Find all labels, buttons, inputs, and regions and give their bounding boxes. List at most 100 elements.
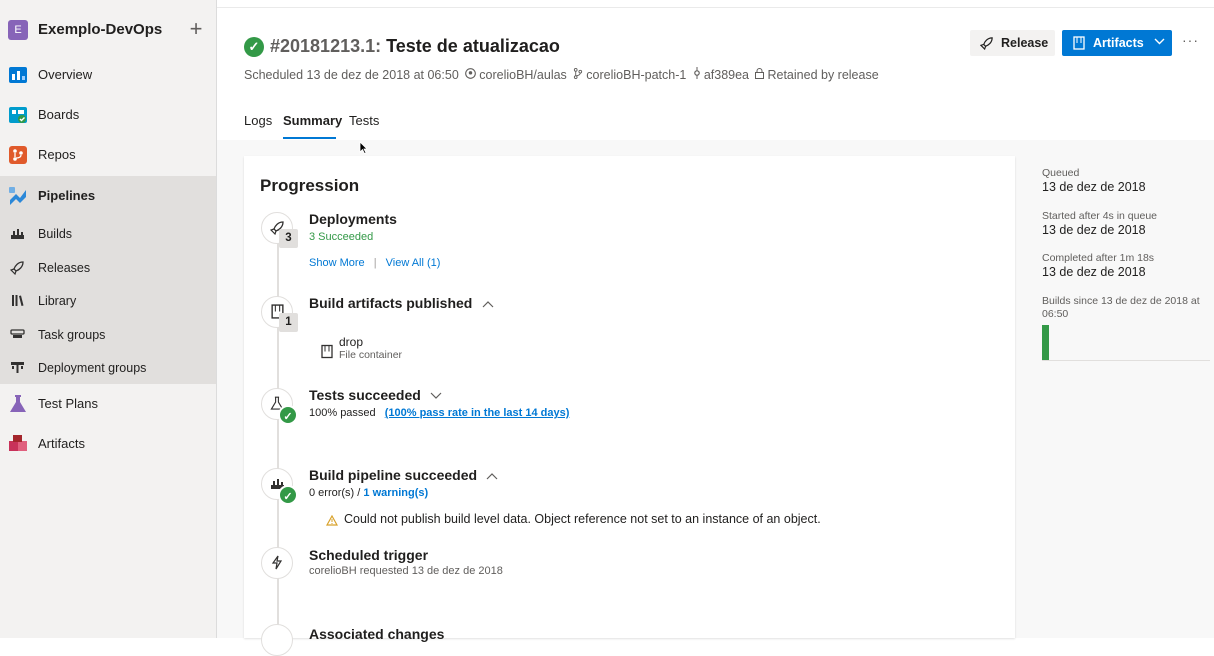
trigger-title: Scheduled trigger xyxy=(309,547,429,563)
pipeline-title-text: Build pipeline succeeded xyxy=(309,467,478,483)
tab-logs[interactable]: Logs xyxy=(244,113,272,128)
chevron-up-icon[interactable] xyxy=(478,297,494,311)
completed-value: 13 de dez de 2018 xyxy=(1042,265,1146,279)
tests-title-text: Tests succeeded xyxy=(309,387,421,403)
sidebar-subitem-builds[interactable]: Builds xyxy=(0,217,216,249)
sidebar: E Exemplo-DevOps + Overview Boards Repos… xyxy=(0,0,217,638)
lightning-icon xyxy=(261,547,293,579)
pipelines-icon xyxy=(8,186,28,206)
tests-summary: 100% passed (100% pass rate in the last … xyxy=(309,407,569,419)
top-bar xyxy=(217,0,1214,8)
artifact-drop-link[interactable]: drop xyxy=(339,335,363,349)
build-history-baseline xyxy=(1042,360,1210,361)
success-check-icon: ✓ xyxy=(278,405,298,425)
task-groups-icon xyxy=(10,327,25,342)
tests-passed: 100% passed xyxy=(309,407,376,419)
builds-icon xyxy=(10,226,25,241)
page-title: #20181213.1: Teste de atualizacao xyxy=(270,36,560,57)
warning-icon xyxy=(325,513,339,531)
sidebar-item-pipelines[interactable]: Pipelines xyxy=(0,177,216,215)
sidebar-item-artifacts[interactable]: Artifacts xyxy=(0,425,216,463)
boards-icon xyxy=(8,105,28,125)
org-name[interactable]: Exemplo-DevOps xyxy=(38,21,162,38)
artifact-type: File container xyxy=(339,349,403,361)
progression-title: Progression xyxy=(260,176,360,195)
changes-title: Associated changes xyxy=(309,626,445,642)
warnings-link[interactable]: 1 warning(s) xyxy=(363,487,428,499)
build-meta: Scheduled 13 de dez de 2018 at 06:50 cor… xyxy=(244,67,879,82)
sidebar-item-test-plans[interactable]: Test Plans xyxy=(0,385,216,423)
release-button-label: Release xyxy=(1001,36,1049,50)
deployments-links: Show More | View All (1) xyxy=(309,257,440,269)
success-check-icon: ✓ xyxy=(278,485,298,505)
release-button[interactable]: Release xyxy=(970,30,1055,56)
trigger-detail: corelioBH requested 13 de dez de 2018 xyxy=(309,565,503,577)
file-container-icon xyxy=(321,344,333,364)
sidebar-item-label: Pipelines xyxy=(38,188,96,203)
view-all-link[interactable]: View All (1) xyxy=(386,257,441,269)
started-value: 13 de dez de 2018 xyxy=(1042,223,1146,237)
started-label: Started after 4s in queue xyxy=(1042,210,1157,222)
link-separator: | xyxy=(373,257,377,269)
add-icon[interactable]: + xyxy=(186,17,206,41)
artifacts-count-badge: 1 xyxy=(279,313,298,332)
org-header[interactable]: E Exemplo-DevOps + xyxy=(0,0,216,60)
sidebar-subitem-label: Releases xyxy=(38,261,91,275)
warning-message: Could not publish build level data. Obje… xyxy=(344,512,821,526)
scheduled-text: Scheduled 13 de dez de 2018 at 06:50 xyxy=(244,68,459,82)
success-check-icon: ✓ xyxy=(244,37,264,57)
errors-count: 0 error(s) / xyxy=(309,487,361,499)
tab-summary[interactable]: Summary xyxy=(283,113,342,128)
sidebar-subitem-library[interactable]: Library xyxy=(0,284,216,316)
changes-icon xyxy=(261,624,293,656)
build-history-bar[interactable] xyxy=(1042,325,1049,360)
sidebar-subitem-deployment-groups[interactable]: Deployment groups xyxy=(0,351,216,383)
sidebar-subitem-releases[interactable]: Releases xyxy=(0,251,216,283)
lock-icon xyxy=(755,68,765,82)
retained-text: Retained by release xyxy=(767,68,879,82)
show-more-link[interactable]: Show More xyxy=(309,257,365,269)
queued-label: Queued xyxy=(1042,167,1080,179)
deployments-title: Deployments xyxy=(309,211,397,227)
artifacts-title[interactable]: Build artifacts published xyxy=(309,295,494,311)
sidebar-item-label: Overview xyxy=(38,67,93,82)
artifacts-button-label: Artifacts xyxy=(1093,36,1144,50)
artifacts-button[interactable]: Artifacts xyxy=(1062,30,1172,56)
sidebar-subitem-task-groups[interactable]: Task groups xyxy=(0,318,216,350)
sidebar-item-label: Test Plans xyxy=(38,396,98,411)
github-icon xyxy=(465,68,477,82)
chevron-up-icon[interactable] xyxy=(483,469,498,483)
completed-label: Completed after 1m 18s xyxy=(1042,252,1155,264)
sidebar-item-repos[interactable]: Repos xyxy=(0,136,216,174)
artifacts-icon xyxy=(8,434,28,454)
artifacts-title-text: Build artifacts published xyxy=(309,295,473,311)
pipeline-title[interactable]: Build pipeline succeeded xyxy=(309,467,498,483)
test-plans-icon xyxy=(8,394,28,414)
tests-title[interactable]: Tests succeeded xyxy=(309,387,442,403)
commit-link[interactable]: af389ea xyxy=(704,68,749,82)
tab-tests[interactable]: Tests xyxy=(349,113,379,128)
tab-active-indicator xyxy=(283,137,336,139)
sidebar-subitem-label: Deployment groups xyxy=(38,361,147,375)
pipeline-summary: 0 error(s) / 1 warning(s) xyxy=(309,487,428,499)
chevron-down-icon[interactable] xyxy=(427,389,442,403)
builds-since-label: Builds since 13 de dez de 2018 at 06:50 xyxy=(1042,295,1200,320)
more-actions-icon[interactable]: ··· xyxy=(1182,32,1199,48)
deployments-count-badge: 3 xyxy=(279,229,298,248)
sidebar-item-label: Artifacts xyxy=(38,436,85,451)
repos-icon xyxy=(8,145,28,165)
branch-icon xyxy=(573,68,583,82)
rocket-icon xyxy=(979,36,994,53)
sidebar-subitem-label: Builds xyxy=(38,227,73,241)
build-name: Teste de atualizacao xyxy=(386,36,560,56)
pass-rate-link[interactable]: (100% pass rate in the last 14 days) xyxy=(385,407,570,419)
sidebar-subitem-label: Task groups xyxy=(38,328,106,342)
sidebar-item-overview[interactable]: Overview xyxy=(0,56,216,94)
sidebar-item-boards[interactable]: Boards xyxy=(0,96,216,134)
sidebar-subitem-label: Library xyxy=(38,294,77,308)
releases-icon xyxy=(9,260,25,276)
branch-link[interactable]: corelioBH-patch-1 xyxy=(586,68,686,82)
repo-link[interactable]: corelioBH/aulas xyxy=(479,68,567,82)
deployment-groups-icon xyxy=(10,360,25,375)
artifact-icon xyxy=(1073,36,1085,53)
